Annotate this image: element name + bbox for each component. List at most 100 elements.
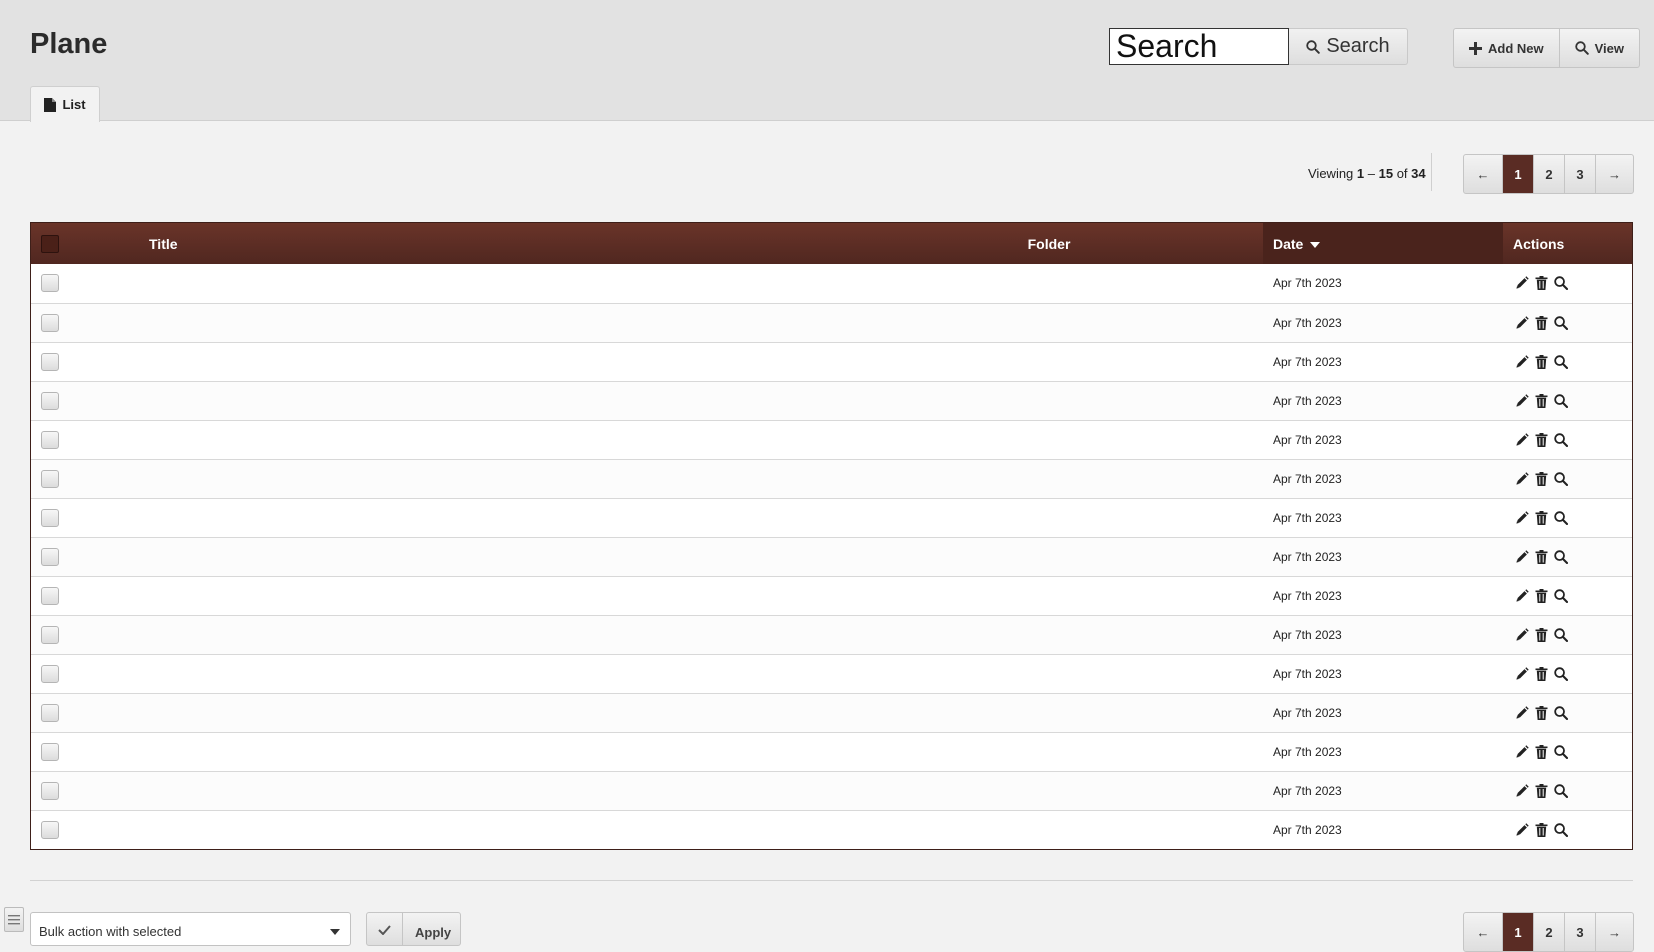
delete-button[interactable] bbox=[1535, 588, 1548, 603]
next-page-button[interactable]: → bbox=[1595, 913, 1633, 951]
cell-title[interactable] bbox=[75, 537, 835, 576]
cell-title[interactable] bbox=[75, 342, 835, 381]
row-checkbox[interactable] bbox=[41, 352, 59, 371]
select-all-checkbox[interactable] bbox=[41, 234, 59, 253]
table-row[interactable]: Apr 7th 2023 bbox=[31, 693, 1632, 732]
page-button-2[interactable]: 2 bbox=[1533, 155, 1564, 193]
delete-button[interactable] bbox=[1535, 666, 1548, 681]
delete-button[interactable] bbox=[1535, 783, 1548, 798]
cell-title[interactable] bbox=[75, 264, 835, 303]
edit-button[interactable] bbox=[1515, 823, 1529, 837]
table-row[interactable]: Apr 7th 2023 bbox=[31, 576, 1632, 615]
cell-title[interactable] bbox=[75, 303, 835, 342]
cell-title[interactable] bbox=[75, 459, 835, 498]
cell-title[interactable] bbox=[75, 498, 835, 537]
delete-button[interactable] bbox=[1535, 432, 1548, 447]
row-checkbox[interactable] bbox=[41, 469, 59, 488]
delete-button[interactable] bbox=[1535, 471, 1548, 486]
view-item-button[interactable] bbox=[1554, 705, 1568, 720]
view-item-button[interactable] bbox=[1554, 276, 1568, 291]
edit-button[interactable] bbox=[1515, 549, 1529, 564]
view-button[interactable]: View bbox=[1558, 29, 1639, 67]
view-item-button[interactable] bbox=[1554, 432, 1568, 447]
cell-title[interactable] bbox=[75, 381, 835, 420]
edit-button[interactable] bbox=[1515, 510, 1529, 525]
row-checkbox[interactable] bbox=[41, 820, 59, 839]
cell-title[interactable] bbox=[75, 654, 835, 693]
table-row[interactable]: Apr 7th 2023 bbox=[31, 615, 1632, 654]
sidebar-toggle[interactable] bbox=[4, 907, 24, 932]
table-row[interactable]: Apr 7th 2023 bbox=[31, 303, 1632, 342]
cell-title[interactable] bbox=[75, 693, 835, 732]
delete-button[interactable] bbox=[1535, 276, 1548, 291]
edit-button[interactable] bbox=[1515, 471, 1529, 486]
edit-button[interactable] bbox=[1515, 276, 1529, 290]
page-button-3[interactable]: 3 bbox=[1564, 913, 1595, 951]
table-row[interactable]: Apr 7th 2023 bbox=[31, 498, 1632, 537]
table-row[interactable]: Apr 7th 2023 bbox=[31, 537, 1632, 576]
delete-button[interactable] bbox=[1535, 354, 1548, 369]
table-row[interactable]: Apr 7th 2023 bbox=[31, 381, 1632, 420]
delete-button[interactable] bbox=[1535, 822, 1548, 837]
apply-button[interactable]: Apply bbox=[366, 912, 461, 946]
bulk-action-select[interactable]: Bulk action with selected bbox=[30, 912, 351, 946]
row-checkbox[interactable] bbox=[41, 781, 59, 800]
edit-button[interactable] bbox=[1515, 783, 1529, 798]
delete-button[interactable] bbox=[1535, 315, 1548, 330]
view-item-button[interactable] bbox=[1554, 354, 1568, 369]
view-item-button[interactable] bbox=[1554, 666, 1568, 681]
view-item-button[interactable] bbox=[1554, 549, 1568, 564]
row-checkbox[interactable] bbox=[41, 313, 59, 332]
add-new-button[interactable]: Add New bbox=[1454, 29, 1559, 67]
delete-button[interactable] bbox=[1535, 510, 1548, 525]
table-row[interactable]: Apr 7th 2023 bbox=[31, 771, 1632, 810]
row-checkbox[interactable] bbox=[41, 703, 59, 722]
edit-button[interactable] bbox=[1515, 627, 1529, 642]
view-item-button[interactable] bbox=[1554, 471, 1568, 486]
page-button-1[interactable]: 1 bbox=[1502, 913, 1533, 951]
cell-title[interactable] bbox=[75, 420, 835, 459]
table-row[interactable]: Apr 7th 2023 bbox=[31, 459, 1632, 498]
delete-button[interactable] bbox=[1535, 705, 1548, 720]
row-checkbox[interactable] bbox=[41, 742, 59, 761]
row-checkbox[interactable] bbox=[41, 664, 59, 683]
view-item-button[interactable] bbox=[1554, 783, 1568, 798]
edit-button[interactable] bbox=[1515, 393, 1529, 408]
view-item-button[interactable] bbox=[1554, 510, 1568, 525]
search-button[interactable]: Search bbox=[1289, 28, 1408, 65]
table-row[interactable]: Apr 7th 2023 bbox=[31, 264, 1632, 303]
cell-title[interactable] bbox=[75, 732, 835, 771]
view-item-button[interactable] bbox=[1554, 627, 1568, 642]
cell-title[interactable] bbox=[75, 810, 835, 849]
row-checkbox[interactable] bbox=[41, 508, 59, 527]
view-item-button[interactable] bbox=[1554, 823, 1568, 837]
page-button-2[interactable]: 2 bbox=[1533, 913, 1564, 951]
table-row[interactable]: Apr 7th 2023 bbox=[31, 732, 1632, 771]
delete-button[interactable] bbox=[1535, 744, 1548, 759]
column-title[interactable]: Title bbox=[75, 223, 835, 264]
prev-page-button[interactable]: ← bbox=[1464, 913, 1502, 951]
row-checkbox[interactable] bbox=[41, 430, 59, 449]
column-date[interactable]: Date bbox=[1263, 223, 1503, 264]
next-page-button[interactable]: → bbox=[1595, 155, 1633, 193]
cell-title[interactable] bbox=[75, 576, 835, 615]
row-checkbox[interactable] bbox=[41, 274, 59, 293]
column-folder[interactable]: Folder bbox=[835, 223, 1263, 264]
edit-button[interactable] bbox=[1515, 744, 1529, 759]
view-item-button[interactable] bbox=[1554, 393, 1568, 408]
edit-button[interactable] bbox=[1515, 354, 1529, 369]
delete-button[interactable] bbox=[1535, 627, 1548, 642]
table-row[interactable]: Apr 7th 2023 bbox=[31, 654, 1632, 693]
row-checkbox[interactable] bbox=[41, 586, 59, 605]
table-row[interactable]: Apr 7th 2023 bbox=[31, 420, 1632, 459]
edit-button[interactable] bbox=[1515, 666, 1529, 681]
table-row[interactable]: Apr 7th 2023 bbox=[31, 810, 1632, 849]
row-checkbox[interactable] bbox=[41, 547, 59, 566]
view-item-button[interactable] bbox=[1554, 315, 1568, 330]
row-checkbox[interactable] bbox=[41, 625, 59, 644]
edit-button[interactable] bbox=[1515, 432, 1529, 447]
delete-button[interactable] bbox=[1535, 549, 1548, 564]
row-checkbox[interactable] bbox=[41, 391, 59, 410]
edit-button[interactable] bbox=[1515, 588, 1529, 603]
edit-button[interactable] bbox=[1515, 315, 1529, 330]
